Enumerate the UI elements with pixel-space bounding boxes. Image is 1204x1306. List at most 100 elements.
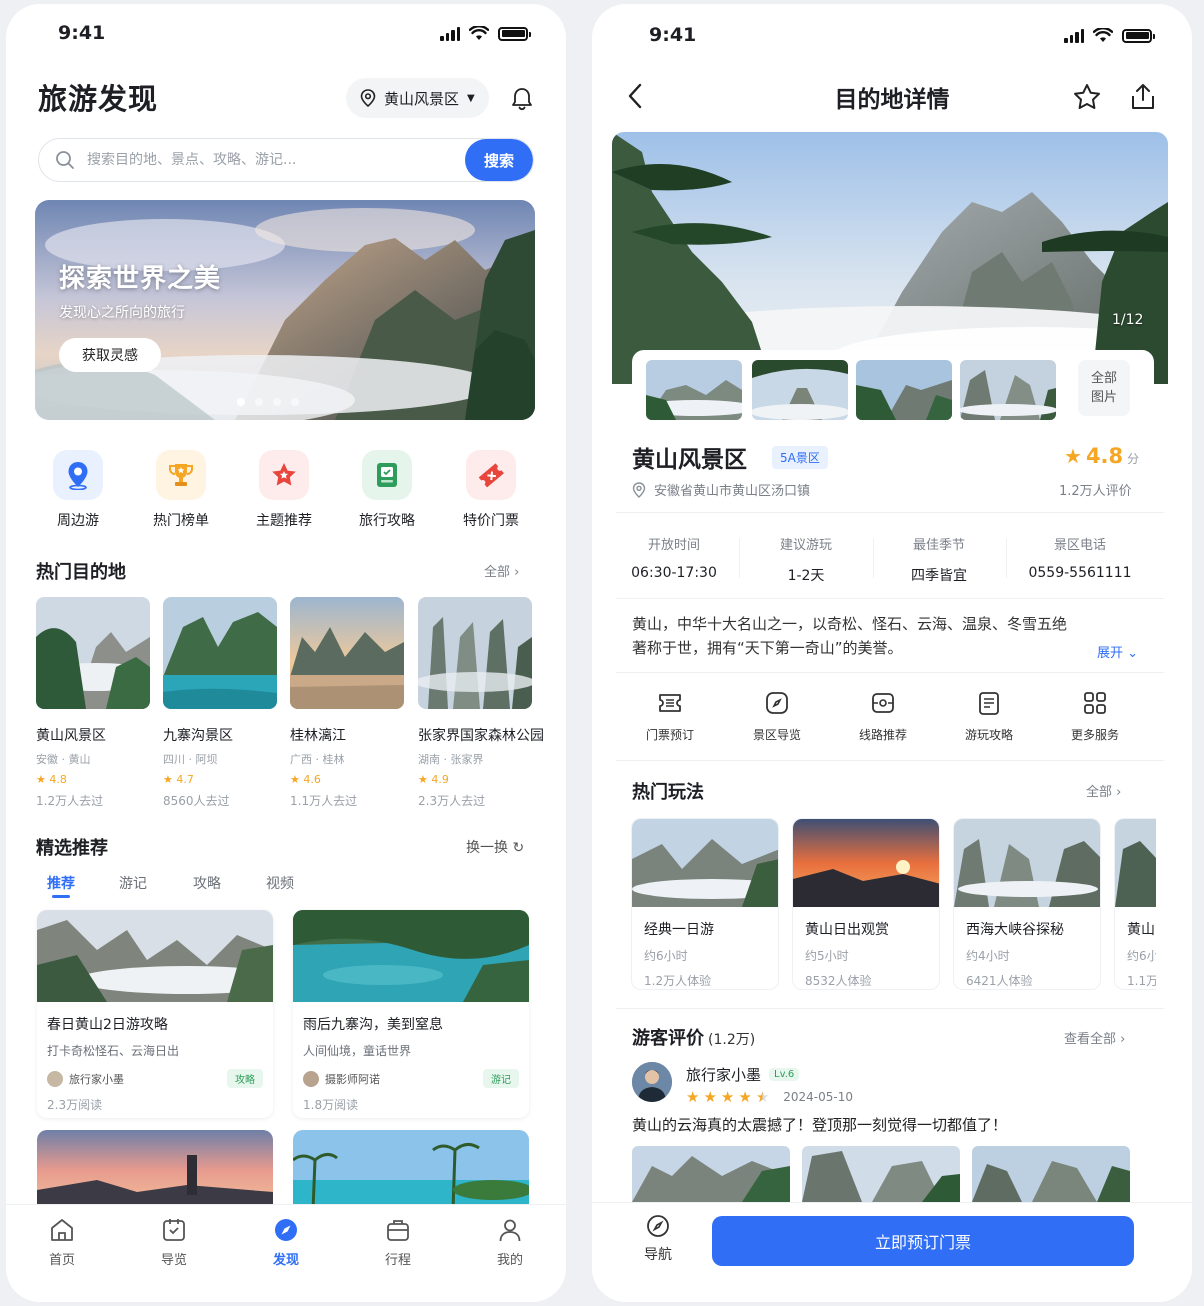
tab-guide[interactable]: 攻略	[193, 873, 221, 893]
pagination-dot-active[interactable]	[237, 398, 245, 406]
thumbnail[interactable]	[856, 360, 952, 420]
service-ticket-booking[interactable]: 门票预订	[630, 690, 710, 743]
tab-discover[interactable]: 发现	[246, 1217, 326, 1302]
reviews-view-all-link[interactable]: 查看全部 ›	[1064, 1028, 1125, 1047]
quick-theme[interactable]: 主题推荐	[249, 450, 319, 530]
share-icon[interactable]	[1129, 82, 1157, 112]
favorite-star-icon[interactable]	[1072, 82, 1102, 112]
destination-image	[163, 597, 277, 709]
divider	[616, 760, 1164, 761]
search-button[interactable]: 搜索	[465, 139, 533, 181]
thumbnail[interactable]	[752, 360, 848, 420]
expand-link[interactable]: 展开 ⌄	[1097, 642, 1138, 661]
author-name: 旅行家小墨	[69, 1072, 124, 1086]
destination-photo[interactable]: 1/12	[612, 132, 1168, 384]
level-badge: Lv.6	[769, 1068, 800, 1081]
location-pin-icon	[360, 89, 376, 107]
hero-banner[interactable]: 探索世界之美 发现心之所向的旅行 获取灵感	[35, 200, 535, 420]
quick-nearby[interactable]: 周边游	[48, 450, 108, 530]
quick-guide[interactable]: 旅行攻略	[352, 450, 422, 530]
chevron-right-icon: ›	[514, 565, 520, 580]
trophy-icon	[156, 450, 206, 500]
page-title: 旅游发现	[38, 82, 159, 116]
featured-card[interactable]: 春日黄山2日游攻略 打卡奇松怪石、云海日出 旅行家小墨 攻略 2.3万阅读	[37, 910, 273, 1118]
status-time: 9:41	[649, 24, 697, 46]
thumbnail[interactable]	[960, 360, 1056, 420]
book-ticket-button[interactable]: 立即预订门票	[712, 1216, 1134, 1266]
featured-card-partial[interactable]	[37, 1130, 273, 1210]
huangshan-landscape-image	[612, 132, 1168, 384]
pagination-dot[interactable]	[273, 398, 281, 406]
all-photos-button[interactable]: 全部 图片	[1078, 360, 1130, 416]
destination-region: 湖南 · 张家界	[418, 753, 484, 766]
tab-travelogue[interactable]: 游记	[119, 873, 147, 893]
detail-screen: 9:41 目的地详情 1/12 全部 图片 黄山风景区 5A景区 ★ 4.8 分…	[592, 4, 1192, 1302]
rating-block: ★ 4.8 分	[1064, 444, 1139, 468]
quick-tickets[interactable]: 特价门票	[456, 450, 526, 530]
tab-recommend[interactable]: 推荐	[47, 873, 75, 893]
map-guide-icon	[163, 1219, 185, 1241]
refresh-button[interactable]: 换一换 ↻	[466, 837, 524, 857]
tab-home[interactable]: 首页	[22, 1217, 102, 1302]
play-card-partial[interactable]: 黄山 约6小 1.1万	[1114, 818, 1156, 990]
rating-unit: 分	[1127, 452, 1140, 466]
tab-trips[interactable]: 行程	[358, 1217, 438, 1302]
tab-guide-map[interactable]: 导览	[134, 1217, 214, 1302]
bell-icon[interactable]	[510, 86, 534, 112]
featured-card[interactable]: 雨后九寨沟，美到窒息 人间仙境，童话世界 摄影师阿诺 游记 1.8万阅读	[293, 910, 529, 1118]
play-card[interactable]: 黄山日出观赏 约5小时 8532人体验	[792, 818, 940, 990]
location-selector[interactable]: 黄山风景区 ▼	[346, 78, 489, 118]
play-card[interactable]: 经典一日游 约6小时 1.2万人体验	[631, 818, 779, 990]
play-image	[632, 819, 778, 907]
destination-card[interactable]: 黄山风景区 安徽 · 黄山 ★ 4.8 1.2万人去过	[36, 597, 150, 809]
service-route[interactable]: 线路推荐	[843, 690, 923, 743]
tab-profile[interactable]: 我的	[470, 1217, 550, 1302]
review-photo[interactable]	[802, 1146, 960, 1202]
search-bar: 搜索	[38, 138, 534, 182]
info-phone[interactable]: 景区电话 0559-5561111	[1020, 534, 1140, 581]
compass-icon	[275, 1219, 297, 1241]
photo-counter: 1/12	[1112, 312, 1144, 328]
review-photo[interactable]	[972, 1146, 1130, 1202]
navigation-icon	[647, 1215, 669, 1237]
more-label: 查看全部	[1064, 1032, 1117, 1047]
navigate-button[interactable]: 导航	[644, 1214, 672, 1264]
play-card[interactable]: 西海大峡谷探秘 约4小时 6421人体验	[953, 818, 1101, 990]
avatar[interactable]	[632, 1062, 672, 1102]
address-row[interactable]: 安徽省黄山市黄山区汤口镇	[632, 480, 810, 499]
featured-card-partial[interactable]	[293, 1130, 529, 1210]
location-label: 黄山风景区	[384, 89, 460, 108]
star-icon: ★	[36, 773, 46, 786]
home-icon	[51, 1219, 73, 1241]
divider	[739, 538, 740, 578]
thumbnail[interactable]	[646, 360, 742, 420]
star-icon: ★	[738, 1088, 752, 1106]
destination-card[interactable]: 九寨沟景区 四川 · 阿坝 ★ 4.7 8560人去过	[163, 597, 277, 809]
tab-video[interactable]: 视频	[266, 873, 294, 893]
suitcase-icon	[387, 1220, 409, 1241]
service-more[interactable]: 更多服务	[1055, 690, 1135, 743]
pagination-dot[interactable]	[291, 398, 299, 406]
quick-ranking[interactable]: 热门榜单	[146, 450, 216, 530]
search-input[interactable]	[87, 152, 465, 168]
destination-card[interactable]: 张家界国家森林公园 湖南 · 张家界 ★ 4.9 2.3万人去过	[418, 597, 548, 809]
banner-pagination	[237, 398, 299, 406]
destination-image	[290, 597, 404, 709]
destination-visits: 8560人去过	[163, 794, 230, 808]
chevron-right-icon: ›	[1116, 785, 1122, 800]
hot-destinations-more-link[interactable]: 全部 ›	[484, 561, 519, 580]
destination-card[interactable]: 桂林漓江 广西 · 桂林 ★ 4.6 1.1万人去过	[290, 597, 404, 809]
hot-plays-more-link[interactable]: 全部 ›	[1086, 781, 1121, 800]
pagination-dot[interactable]	[255, 398, 263, 406]
banner-cta-button[interactable]: 获取灵感	[59, 338, 161, 372]
service-scenic-guide[interactable]: 景区导览	[737, 690, 817, 743]
destination-name: 张家界国家森林公园	[418, 728, 544, 744]
service-strategy[interactable]: 游玩攻略	[949, 690, 1029, 743]
review-date: 2024-05-10	[783, 1090, 854, 1104]
star-icon: ★	[686, 1088, 700, 1106]
signal-icon	[440, 26, 460, 41]
review-photo[interactable]	[632, 1146, 790, 1202]
status-time: 9:41	[58, 22, 106, 44]
play-duration: 约5小时	[805, 949, 849, 963]
reviewer-row: 旅行家小墨 Lv.6	[686, 1064, 800, 1085]
